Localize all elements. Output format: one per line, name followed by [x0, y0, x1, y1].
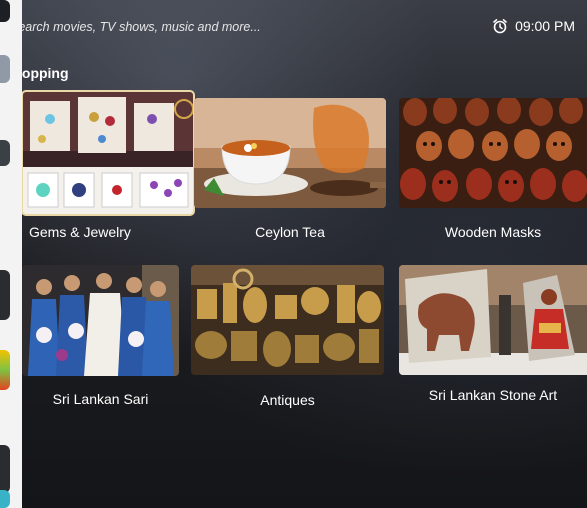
tv-home-screen: Search movies, TV shows, music and more.… [0, 0, 587, 508]
wooden-masks-image [399, 98, 587, 208]
edge-fragment [0, 140, 10, 166]
tile-label: Sri Lankan Sari [52, 391, 149, 407]
current-time: 09:00 PM [515, 18, 575, 34]
edge-fragment [0, 0, 10, 22]
edge-fragment [0, 445, 10, 493]
tile-thumbnail [22, 265, 179, 376]
tile-sri-lankan-stone-art[interactable]: Sri Lankan Stone Art [399, 265, 587, 415]
tile-antiques[interactable]: Antiques [191, 265, 384, 415]
tile-label: Gems & Jewelry [29, 224, 131, 240]
tile-sri-lankan-sari[interactable]: Sri Lankan Sari [22, 265, 179, 415]
edge-fragment [0, 350, 10, 390]
tile-label: Wooden Masks [444, 224, 542, 240]
alarm-clock-icon [493, 19, 507, 34]
tile-gems-jewelry[interactable]: Gems & Jewelry [21, 90, 195, 251]
antiques-image [191, 265, 384, 375]
tile-label: Sri Lankan Stone Art [428, 387, 558, 403]
clock: 09:00 PM [492, 18, 575, 34]
tile-label: Ceylon Tea [255, 224, 325, 240]
tile-wooden-masks[interactable]: Wooden Masks [399, 98, 587, 248]
left-edge-panel [0, 0, 22, 508]
stone-art-image [399, 265, 587, 375]
tile-thumbnail [399, 265, 587, 375]
top-bar: Search movies, TV shows, music and more.… [10, 0, 587, 56]
edge-fragment [0, 490, 10, 508]
edge-fragment [0, 55, 10, 83]
search-bar[interactable]: Search movies, TV shows, music and more.… [10, 20, 261, 34]
tile-thumbnail [399, 98, 587, 208]
tile-label: Antiques [260, 392, 315, 408]
tile-thumbnail [191, 265, 384, 375]
jewelry-display-image [22, 91, 194, 215]
tile-thumbnail [21, 90, 195, 216]
tea-cup-image [194, 98, 386, 208]
sari-image [22, 265, 179, 376]
edge-fragment [0, 270, 10, 320]
tile-thumbnail [194, 98, 386, 208]
tile-ceylon-tea[interactable]: Ceylon Tea [194, 98, 386, 248]
